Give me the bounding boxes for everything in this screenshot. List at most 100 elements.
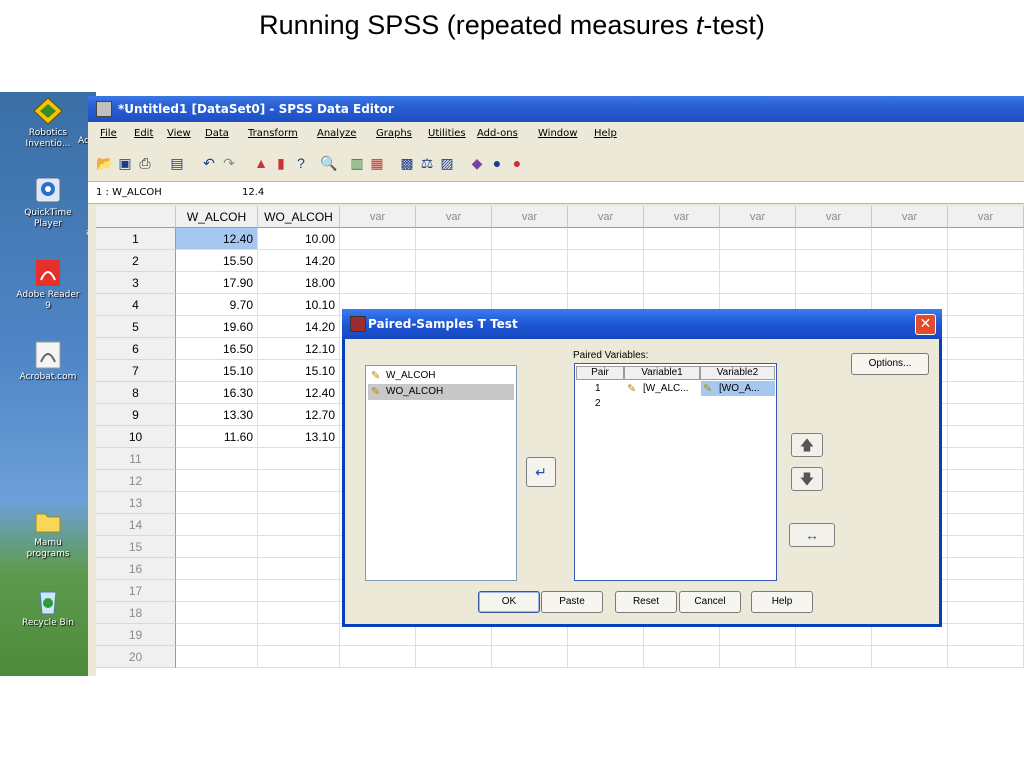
move-pair-up-button[interactable]: 🡅 — [791, 433, 823, 457]
data-cell[interactable]: 11.60 — [176, 426, 258, 448]
data-cell[interactable]: 12.40 — [258, 382, 340, 404]
column-header-empty[interactable]: var — [644, 206, 720, 228]
row-number[interactable]: 17 — [96, 580, 176, 602]
data-cell[interactable]: 10.00 — [258, 228, 340, 250]
redo-icon[interactable]: ↷ — [220, 154, 238, 172]
data-cell[interactable] — [258, 602, 340, 624]
data-cell[interactable] — [176, 558, 258, 580]
data-cell[interactable] — [872, 646, 948, 668]
goto-case-icon[interactable]: ▲ — [252, 154, 270, 172]
data-cell[interactable]: 13.10 — [258, 426, 340, 448]
row-number[interactable]: 4 — [96, 294, 176, 316]
data-cell[interactable] — [176, 536, 258, 558]
row-number[interactable]: 3 — [96, 272, 176, 294]
row-number[interactable]: 1 — [96, 228, 176, 250]
data-cell[interactable] — [872, 250, 948, 272]
data-cell[interactable] — [176, 492, 258, 514]
data-cell[interactable]: 14.20 — [258, 250, 340, 272]
data-cell[interactable] — [176, 646, 258, 668]
data-cell[interactable] — [948, 338, 1024, 360]
data-cell[interactable] — [568, 646, 644, 668]
data-cell[interactable] — [258, 514, 340, 536]
close-icon[interactable]: ✕ — [915, 314, 936, 335]
data-cell[interactable] — [948, 448, 1024, 470]
data-cell[interactable]: 10.10 — [258, 294, 340, 316]
menu-data[interactable]: Data — [205, 128, 229, 139]
data-cell[interactable] — [796, 250, 872, 272]
menu-view[interactable]: View — [167, 128, 191, 139]
data-cell[interactable] — [948, 514, 1024, 536]
data-cell[interactable] — [644, 228, 720, 250]
cell-value-input[interactable]: 12.4 — [242, 187, 264, 198]
data-cell[interactable] — [720, 272, 796, 294]
row-number[interactable]: 12 — [96, 470, 176, 492]
menu-file[interactable]: File — [100, 128, 117, 139]
row-number[interactable]: 5 — [96, 316, 176, 338]
row-number[interactable]: 14 — [96, 514, 176, 536]
help-button[interactable]: Help — [751, 591, 813, 613]
row-number[interactable]: 19 — [96, 624, 176, 646]
data-cell[interactable] — [948, 470, 1024, 492]
data-cell[interactable] — [176, 514, 258, 536]
data-cell[interactable] — [416, 272, 492, 294]
row-number[interactable]: 6 — [96, 338, 176, 360]
data-cell[interactable] — [948, 624, 1024, 646]
data-cell[interactable]: 16.50 — [176, 338, 258, 360]
menu-transform[interactable]: Transform — [248, 128, 298, 139]
data-cell[interactable] — [176, 602, 258, 624]
data-cell[interactable] — [258, 646, 340, 668]
undo-icon[interactable]: ↶ — [200, 154, 218, 172]
options-button[interactable]: Options... — [851, 353, 929, 375]
data-cell[interactable] — [176, 470, 258, 492]
row-number[interactable]: 8 — [96, 382, 176, 404]
dialog-recall-icon[interactable]: ▤ — [168, 154, 186, 172]
data-cell[interactable]: 19.60 — [176, 316, 258, 338]
move-variable-button[interactable]: ↵ — [526, 457, 556, 487]
reset-button[interactable]: Reset — [615, 591, 677, 613]
split-file-icon[interactable]: ▩ — [398, 154, 416, 172]
data-cell[interactable] — [340, 272, 416, 294]
data-cell[interactable] — [258, 448, 340, 470]
data-cell[interactable] — [872, 272, 948, 294]
use-sets-icon[interactable]: ● — [488, 154, 506, 172]
data-cell[interactable] — [948, 360, 1024, 382]
menu-edit[interactable]: Edit — [134, 128, 153, 139]
paired-variables-table[interactable]: Pair Variable1 Variable2 1 ✎ [W_ALC... ✎… — [574, 363, 777, 581]
data-cell[interactable] — [948, 294, 1024, 316]
data-cell[interactable] — [948, 272, 1024, 294]
desktop-icon-recycle-bin[interactable]: Recycle Bin — [0, 586, 96, 629]
data-cell[interactable] — [416, 646, 492, 668]
desktop-icon-adobe-reader[interactable]: Adobe Reader 9 — [0, 258, 96, 312]
data-cell[interactable]: 12.70 — [258, 404, 340, 426]
data-cell[interactable] — [948, 404, 1024, 426]
insert-variable-icon[interactable]: ▦ — [368, 154, 386, 172]
data-cell[interactable] — [416, 624, 492, 646]
column-header-empty[interactable]: var — [948, 206, 1024, 228]
data-cell[interactable] — [948, 580, 1024, 602]
save-icon[interactable]: ▣ — [116, 154, 134, 172]
data-cell[interactable] — [568, 228, 644, 250]
pair-variable2[interactable]: ✎ [WO_A... — [701, 381, 775, 396]
data-cell[interactable] — [948, 646, 1024, 668]
insert-cases-icon[interactable]: ▥ — [348, 154, 366, 172]
menu-help[interactable]: Help — [594, 128, 617, 139]
data-cell[interactable] — [568, 272, 644, 294]
dialog-titlebar[interactable]: Paired-Samples T Test ✕ — [342, 309, 942, 339]
data-cell[interactable] — [948, 492, 1024, 514]
data-cell[interactable] — [340, 228, 416, 250]
row-number[interactable]: 15 — [96, 536, 176, 558]
menu-window[interactable]: Window — [538, 128, 577, 139]
data-cell[interactable] — [644, 272, 720, 294]
menu-analyze[interactable]: Analyze — [317, 128, 356, 139]
swap-variables-button[interactable]: ↔ — [789, 523, 835, 547]
data-cell[interactable] — [796, 624, 872, 646]
data-cell[interactable] — [948, 250, 1024, 272]
row-number[interactable]: 18 — [96, 602, 176, 624]
data-cell[interactable] — [258, 580, 340, 602]
data-cell[interactable]: 17.90 — [176, 272, 258, 294]
data-cell[interactable] — [492, 624, 568, 646]
data-cell[interactable] — [258, 558, 340, 580]
column-header-empty[interactable]: var — [720, 206, 796, 228]
column-header-empty[interactable]: var — [796, 206, 872, 228]
column-header[interactable]: WO_ALCOH — [258, 206, 340, 228]
